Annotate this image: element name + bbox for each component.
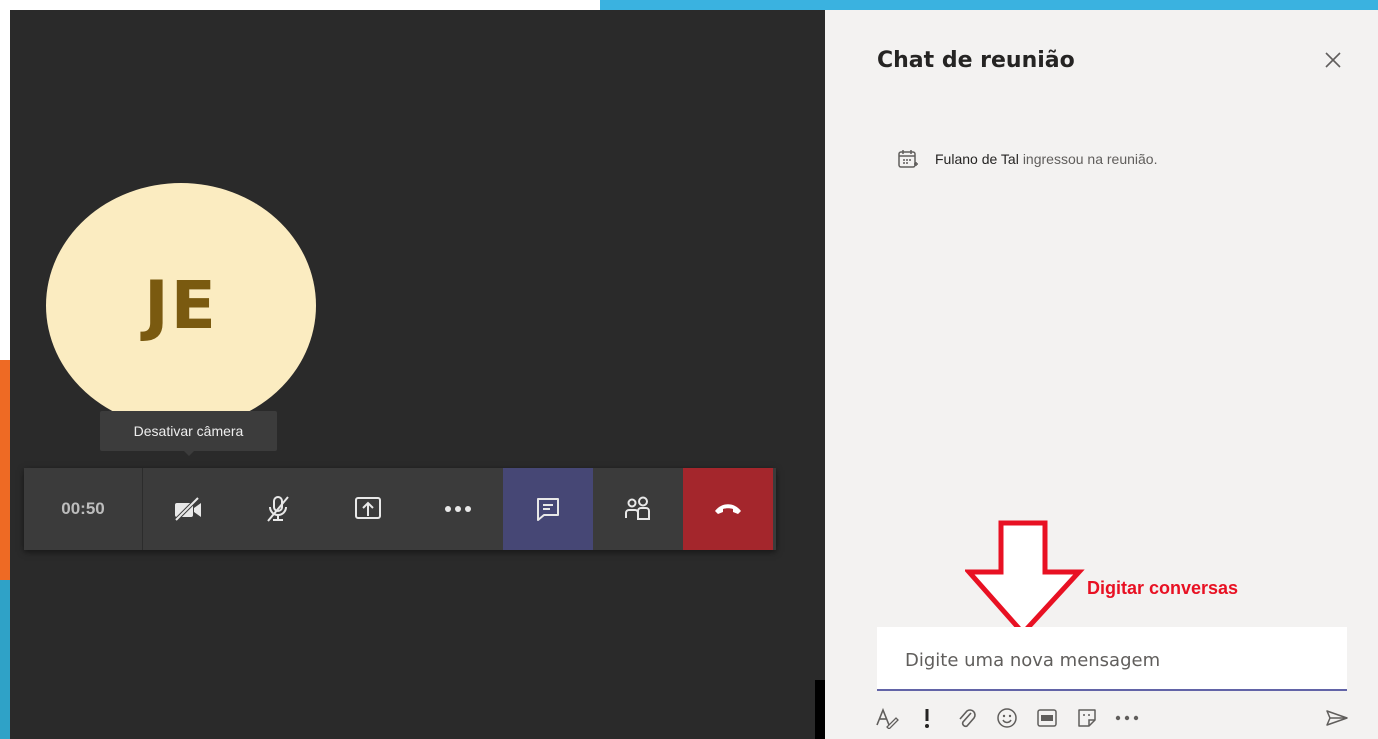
attach-button[interactable]: [947, 702, 987, 734]
annotation-arrow-icon: [965, 520, 1085, 637]
more-actions-button[interactable]: [413, 468, 503, 550]
gif-button[interactable]: [1027, 702, 1067, 734]
call-timer: 00:50: [24, 468, 143, 550]
format-button[interactable]: [867, 702, 907, 734]
sticker-button[interactable]: [1067, 702, 1107, 734]
send-button[interactable]: [1317, 702, 1357, 734]
share-screen-icon: [355, 497, 381, 519]
important-icon: [925, 709, 929, 728]
share-screen-button[interactable]: [323, 468, 413, 550]
mic-toggle-button[interactable]: [233, 468, 323, 550]
more-icon: [1115, 715, 1139, 721]
chat-title: Chat de reunião: [877, 48, 1075, 73]
call-toolbar: 00:50: [24, 468, 776, 550]
tooltip-arrow: [182, 449, 196, 456]
send-icon: [1326, 710, 1348, 726]
attach-icon: [959, 709, 976, 728]
chat-toggle-button[interactable]: [503, 468, 593, 550]
mic-off-icon: [267, 496, 289, 522]
message-input[interactable]: [903, 649, 1337, 672]
compose-toolbar: [867, 700, 1357, 736]
participants-button[interactable]: [593, 468, 683, 550]
video-off-icon: [174, 497, 201, 521]
avatar: JE: [46, 183, 316, 428]
gif-icon: [1037, 709, 1057, 727]
panel-divider: [815, 680, 825, 739]
hangup-button[interactable]: [683, 468, 773, 550]
camera-toggle-button[interactable]: [143, 468, 233, 550]
participants-icon: [625, 496, 650, 520]
more-icon: [445, 506, 471, 512]
emoji-button[interactable]: [987, 702, 1027, 734]
message-text: ingressou na reunião.: [1022, 151, 1158, 167]
calendar-join-icon: [898, 150, 918, 168]
phone-hangup-icon: [715, 504, 741, 514]
chat-icon: [537, 498, 559, 521]
format-icon: [876, 707, 899, 729]
annotation-label: Digitar conversas: [1087, 578, 1239, 598]
important-button[interactable]: [907, 702, 947, 734]
more-options-button[interactable]: [1107, 702, 1147, 734]
compose-box[interactable]: [877, 627, 1347, 691]
tooltip: Desativar câmera: [100, 411, 277, 451]
avatar-initials: JE: [144, 267, 218, 344]
meeting-stage: JE Desativar câmera 00:50: [10, 10, 825, 739]
chat-panel: Chat de reunião Fulano de Tal ingressou …: [825, 10, 1378, 739]
sticker-icon: [1078, 709, 1096, 727]
message-user: Fulano de Tal: [935, 151, 1019, 167]
close-icon: [1325, 52, 1341, 68]
emoji-icon: [997, 708, 1017, 728]
close-chat-button[interactable]: [1321, 48, 1345, 72]
system-message: Fulano de Tal ingressou na reunião.: [897, 148, 1157, 170]
